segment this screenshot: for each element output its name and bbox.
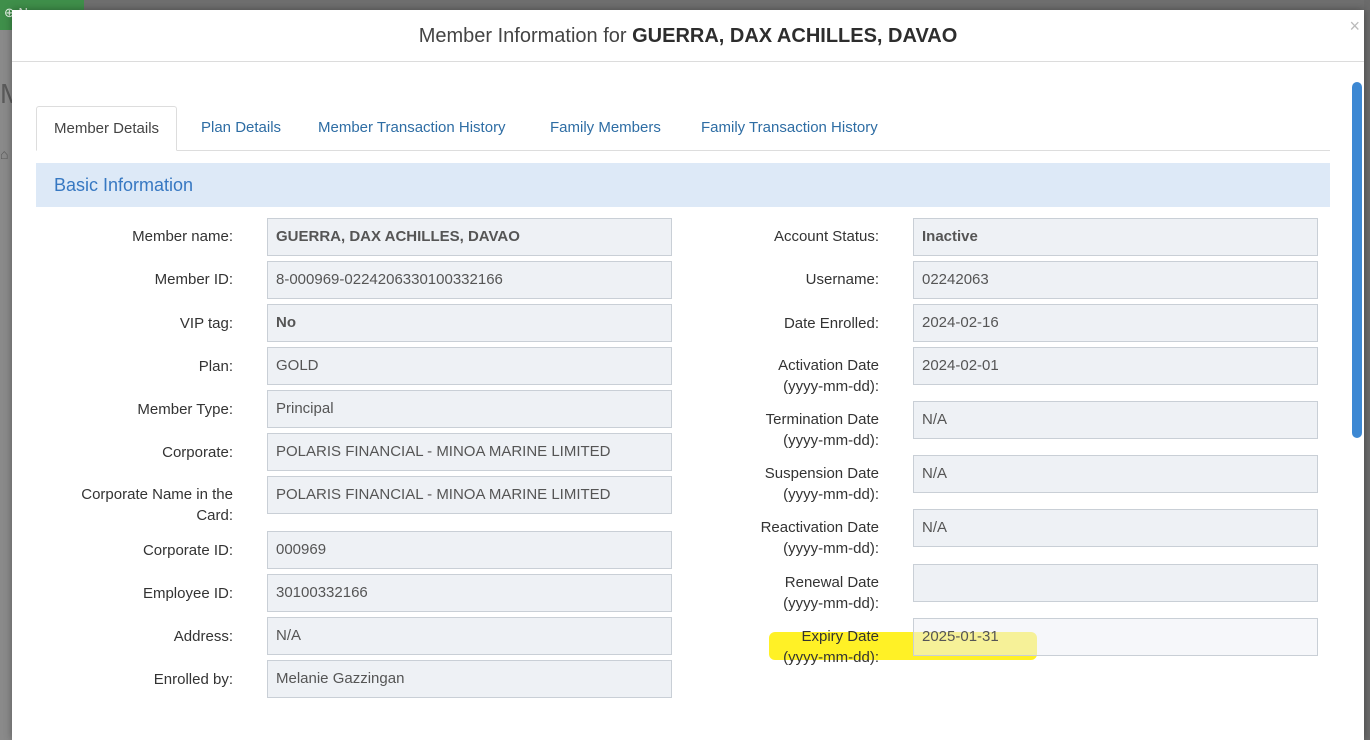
tab-member-details[interactable]: Member Details <box>36 106 178 151</box>
field-suspension-date[interactable]: N/A <box>913 455 1318 493</box>
label-expiry-date-line1: Expiry Date <box>801 628 879 645</box>
label-renewal-date-line1: Renewal Date <box>784 574 879 591</box>
label-vip-tag: VIP tag: <box>179 315 233 332</box>
label-corporate-name-in-card: Corporate Name in the Card: <box>52 484 233 526</box>
field-vip-tag[interactable]: No <box>267 304 672 342</box>
label-enrolled-by: Enrolled by: <box>153 671 233 688</box>
label-reactivation-date: Reactivation Date (yyyy-mm-dd): <box>712 517 879 559</box>
label-expiry-date-line2: (yyyy-mm-dd): <box>783 649 879 666</box>
field-termination-date[interactable]: N/A <box>913 401 1318 439</box>
field-address[interactable]: N/A <box>267 617 672 655</box>
label-activation-date-line2: (yyyy-mm-dd): <box>783 378 879 395</box>
field-date-enrolled[interactable]: 2024-02-16 <box>913 304 1318 342</box>
label-activation-date: Activation Date (yyyy-mm-dd): <box>712 355 879 397</box>
field-activation-date[interactable]: 2024-02-01 <box>913 347 1318 385</box>
home-icon: ⌂ <box>0 146 9 162</box>
label-expiry-date: Expiry Date (yyyy-mm-dd): <box>712 626 879 668</box>
label-plan: Plan: <box>198 358 233 375</box>
label-account-status: Account Status: <box>773 228 879 245</box>
label-address: Address: <box>173 628 233 645</box>
label-member-id: Member ID: <box>154 271 233 288</box>
modal-title-prefix: Member Information for <box>418 25 633 47</box>
field-enrolled-by[interactable]: Melanie Gazzingan <box>267 660 672 698</box>
modal-scrollbar[interactable] <box>1352 82 1362 438</box>
label-employee-id: Employee ID: <box>142 585 233 602</box>
field-account-status[interactable]: Inactive <box>913 218 1318 256</box>
member-info-modal: Member Information for GUERRA, DAX ACHIL… <box>12 10 1364 740</box>
label-suspension-date-line1: Suspension Date <box>764 465 879 482</box>
field-member-id[interactable]: 8-000969-0224206330100332166 <box>267 261 672 299</box>
label-date-enrolled: Date Enrolled: <box>783 315 879 332</box>
label-corporate: Corporate: <box>162 444 233 461</box>
tab-plan-details[interactable]: Plan Details <box>201 106 281 150</box>
modal-header: Member Information for GUERRA, DAX ACHIL… <box>12 10 1364 62</box>
label-corporate-id: Corporate ID: <box>142 542 233 559</box>
modal-title-name: GUERRA, DAX ACHILLES, DAVAO <box>632 25 958 47</box>
field-plan[interactable]: GOLD <box>267 347 672 385</box>
label-activation-date-line1: Activation Date <box>778 357 879 374</box>
label-reactivation-date-line2: (yyyy-mm-dd): <box>783 540 879 557</box>
section-basic-information: Basic Information <box>36 163 1330 207</box>
tab-family-transaction-history[interactable]: Family Transaction History <box>701 106 878 150</box>
field-corporate[interactable]: POLARIS FINANCIAL - MINOA MARINE LIMITED <box>267 433 672 471</box>
close-icon[interactable]: × <box>1349 0 1360 52</box>
label-member-type: Member Type: <box>137 401 233 418</box>
field-corporate-name-in-card[interactable]: POLARIS FINANCIAL - MINOA MARINE LIMITED <box>267 476 672 514</box>
field-corporate-id[interactable]: 000969 <box>267 531 672 569</box>
label-termination-date: Termination Date (yyyy-mm-dd): <box>712 409 879 451</box>
label-termination-date-line1: Termination Date <box>765 411 879 428</box>
field-username[interactable]: 02242063 <box>913 261 1318 299</box>
label-corporate-name-in-card-line1: Corporate Name in the <box>81 486 233 503</box>
label-username: Username: <box>805 271 879 288</box>
field-renewal-date[interactable] <box>913 564 1318 602</box>
field-expiry-date[interactable]: 2025-01-31 <box>913 618 1318 656</box>
label-renewal-date: Renewal Date (yyyy-mm-dd): <box>712 572 879 614</box>
field-employee-id[interactable]: 30100332166 <box>267 574 672 612</box>
label-termination-date-line2: (yyyy-mm-dd): <box>783 432 879 449</box>
label-reactivation-date-line1: Reactivation Date <box>760 519 879 536</box>
label-renewal-date-line2: (yyyy-mm-dd): <box>783 595 879 612</box>
tab-family-members[interactable]: Family Members <box>550 106 661 150</box>
label-corporate-name-in-card-line2: Card: <box>196 507 233 524</box>
tab-bar: Member Details Plan Details Member Trans… <box>36 106 1330 151</box>
background-right-strip <box>1364 0 1370 740</box>
tab-member-transaction-history[interactable]: Member Transaction History <box>318 106 506 150</box>
label-member-name: Member name: <box>132 228 233 245</box>
field-reactivation-date[interactable]: N/A <box>913 509 1318 547</box>
label-suspension-date-line2: (yyyy-mm-dd): <box>783 486 879 503</box>
field-member-type[interactable]: Principal <box>267 390 672 428</box>
label-suspension-date: Suspension Date (yyyy-mm-dd): <box>712 463 879 505</box>
field-member-name[interactable]: GUERRA, DAX ACHILLES, DAVAO <box>267 218 672 256</box>
background-topbar <box>0 0 1370 10</box>
